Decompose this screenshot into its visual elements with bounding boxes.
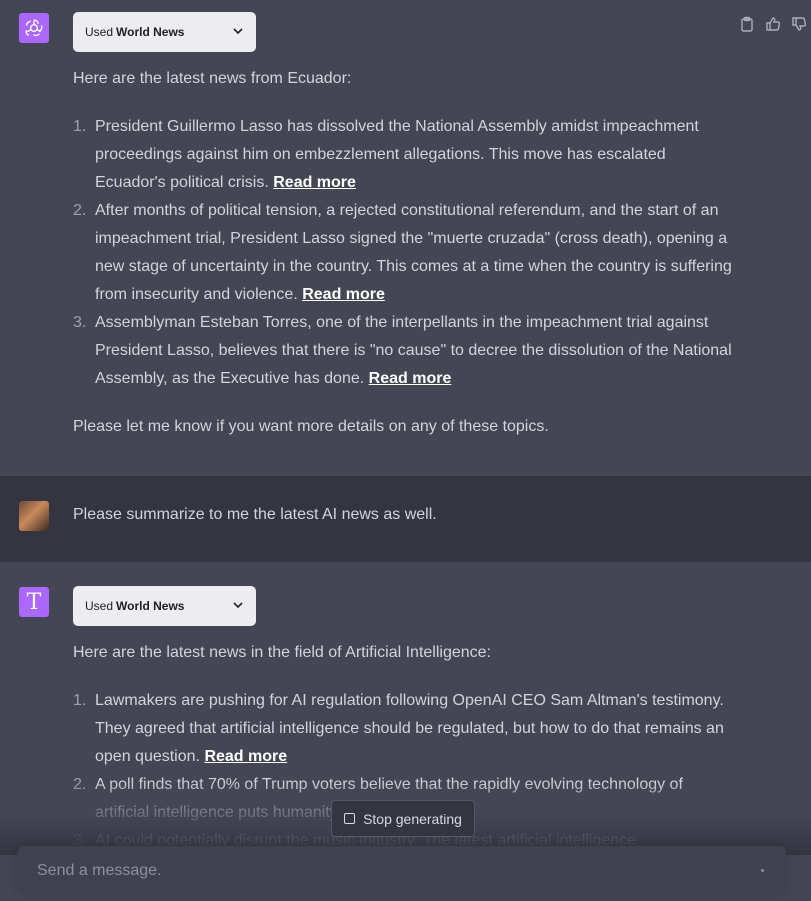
message-intro: Here are the latest news from Ecuador: (73, 70, 352, 87)
plugin-name: World News (116, 599, 185, 613)
plugin-name: World News (116, 25, 185, 39)
stop-square-icon (344, 813, 356, 824)
plugin-used-dropdown[interactable]: Used World News (73, 12, 256, 52)
message-intro: Here are the latest news in the field of… (73, 644, 491, 661)
list-item: 2. After months of political tension, a r… (73, 202, 732, 303)
plugin-prefix: Used (85, 599, 114, 613)
thumbs-up-icon[interactable] (765, 16, 783, 34)
assistant-avatar-t: T (19, 587, 49, 617)
stop-generating-label: Stop generating (363, 810, 462, 827)
chevron-down-icon (232, 25, 244, 40)
plugin-used-dropdown[interactable]: Used World News (73, 586, 256, 626)
message-input[interactable] (35, 846, 739, 896)
list-item: 1. Lawmakers are pushing for AI regulatio… (73, 692, 724, 765)
assistant-message-1: Used World News Here are the latest news… (0, 0, 811, 476)
stop-generating-button[interactable]: Stop generating (331, 800, 475, 837)
chevron-down-icon (232, 599, 244, 614)
send-button-icon[interactable] (761, 869, 764, 872)
message-actions (739, 16, 809, 34)
list-item: 1. President Guillermo Lasso has dissolve… (73, 118, 699, 191)
read-more-link[interactable]: Read more (302, 286, 385, 303)
read-more-link[interactable]: Read more (369, 370, 452, 387)
user-message: Please summarize to me the latest AI new… (0, 476, 811, 562)
user-message-text: Please summarize to me the latest AI new… (73, 506, 437, 523)
read-more-link[interactable]: Read more (273, 174, 356, 191)
message-outro: Please let me know if you want more deta… (73, 418, 549, 435)
news-list-ecuador: 1. President Guillermo Lasso has dissolve… (73, 113, 733, 393)
list-item: 3. Assemblyman Esteban Torres, one of the… (73, 314, 732, 387)
plugin-prefix: Used (85, 25, 114, 39)
thumbs-down-icon[interactable] (791, 16, 809, 34)
user-avatar (19, 501, 49, 531)
chatgpt-avatar-icon (19, 13, 49, 43)
read-more-link[interactable]: Read more (204, 748, 287, 765)
message-input-container (18, 846, 786, 896)
clipboard-icon[interactable] (739, 16, 757, 34)
assistant-message-1-content: Here are the latest news from Ecuador: 1… (73, 65, 733, 441)
